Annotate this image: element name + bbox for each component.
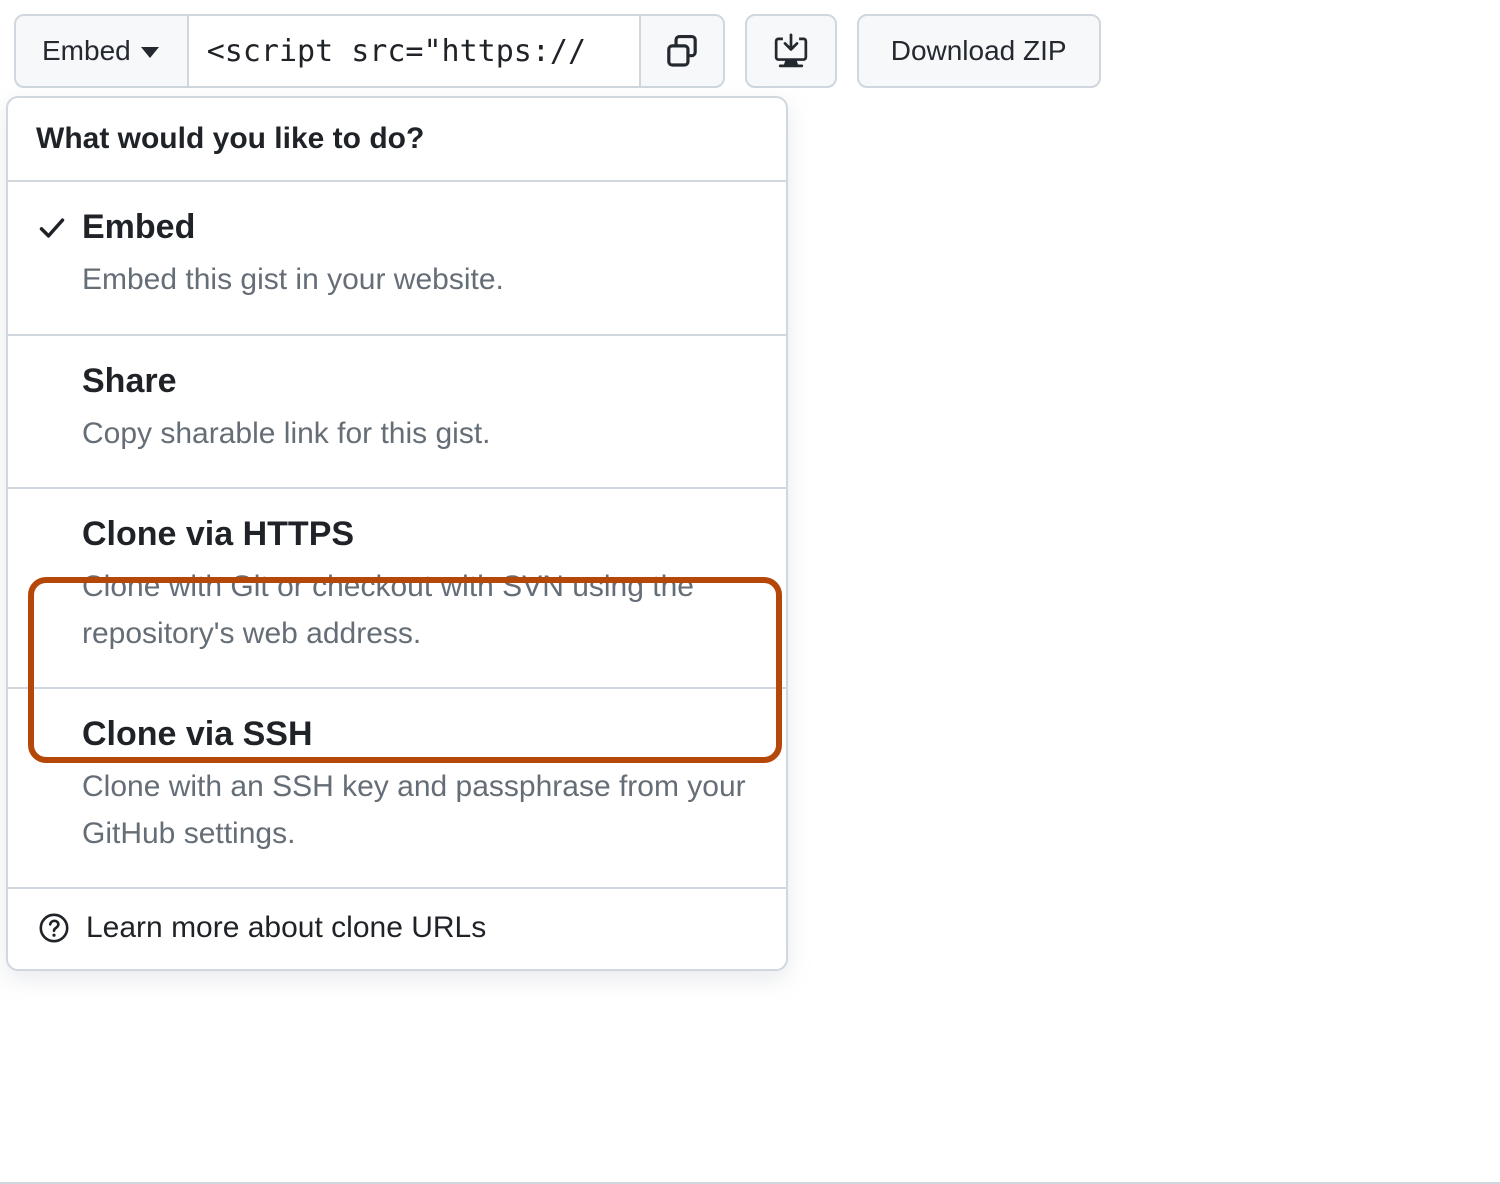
embed-label: Embed	[42, 35, 131, 67]
check-column	[36, 208, 68, 304]
learn-more-link[interactable]: Learn more about clone URLs	[8, 889, 786, 969]
desktop-download-icon	[773, 33, 809, 69]
item-desc: Clone with Git or checkout with SVN usin…	[82, 564, 758, 657]
copy-button[interactable]	[639, 14, 725, 88]
menu-item-share[interactable]: Share Copy sharable link for this gist.	[8, 336, 786, 490]
embed-script-input[interactable]	[189, 14, 639, 88]
item-body: Embed Embed this gist in your website.	[82, 208, 758, 304]
embed-options-popover: What would you like to do? Embed Embed t…	[6, 96, 788, 971]
item-body: Share Copy sharable link for this gist.	[82, 362, 758, 458]
check-column	[36, 515, 68, 657]
embed-group: Embed	[14, 14, 725, 88]
menu-item-clone-ssh[interactable]: Clone via SSH Clone with an SSH key and …	[8, 689, 786, 889]
item-title: Embed	[82, 208, 758, 247]
copy-icon	[665, 34, 699, 68]
item-desc: Clone with an SSH key and passphrase fro…	[82, 764, 758, 857]
item-body: Clone via SSH Clone with an SSH key and …	[82, 715, 758, 857]
item-title: Clone via SSH	[82, 715, 758, 754]
caret-down-icon	[141, 47, 159, 58]
desktop-download-button[interactable]	[745, 14, 837, 88]
item-desc: Copy sharable link for this gist.	[82, 411, 758, 458]
item-title: Share	[82, 362, 758, 401]
learn-more-text: Learn more about clone URLs	[86, 911, 486, 945]
question-circle-icon	[38, 912, 70, 944]
check-column	[36, 362, 68, 458]
menu-item-clone-https[interactable]: Clone via HTTPS Clone with Git or checko…	[8, 489, 786, 689]
menu-item-embed[interactable]: Embed Embed this gist in your website.	[8, 182, 786, 336]
item-title: Clone via HTTPS	[82, 515, 758, 554]
check-icon	[38, 214, 66, 242]
download-zip-label: Download ZIP	[891, 35, 1067, 67]
download-zip-button[interactable]: Download ZIP	[857, 14, 1101, 88]
toolbar: Embed Download ZIP	[14, 14, 1486, 88]
popover-heading: What would you like to do?	[8, 98, 786, 182]
item-desc: Embed this gist in your website.	[82, 257, 758, 304]
check-column	[36, 715, 68, 857]
embed-dropdown-button[interactable]: Embed	[14, 14, 189, 88]
item-body: Clone via HTTPS Clone with Git or checko…	[82, 515, 758, 657]
